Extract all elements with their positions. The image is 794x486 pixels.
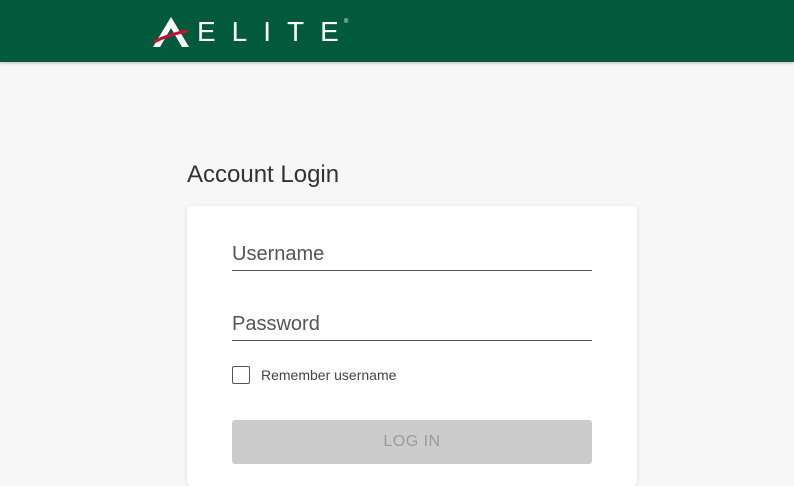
remember-username-label: Remember username — [261, 367, 397, 383]
top-header: ELITE ® — [0, 0, 794, 62]
remember-username-checkbox[interactable] — [232, 366, 250, 384]
password-field[interactable] — [232, 309, 592, 341]
elite-a-mark-icon — [153, 17, 189, 47]
remember-username[interactable]: Remember username — [232, 366, 396, 384]
registered-mark: ® — [344, 19, 349, 25]
logo-text: ELITE — [197, 16, 355, 47]
login-button[interactable]: LOG IN — [232, 420, 592, 464]
elite-logo[interactable]: ELITE ® — [153, 16, 355, 48]
page-title: Account Login — [187, 161, 340, 188]
username-field[interactable] — [232, 239, 592, 271]
login-card: Remember username LOG IN — [187, 206, 637, 486]
